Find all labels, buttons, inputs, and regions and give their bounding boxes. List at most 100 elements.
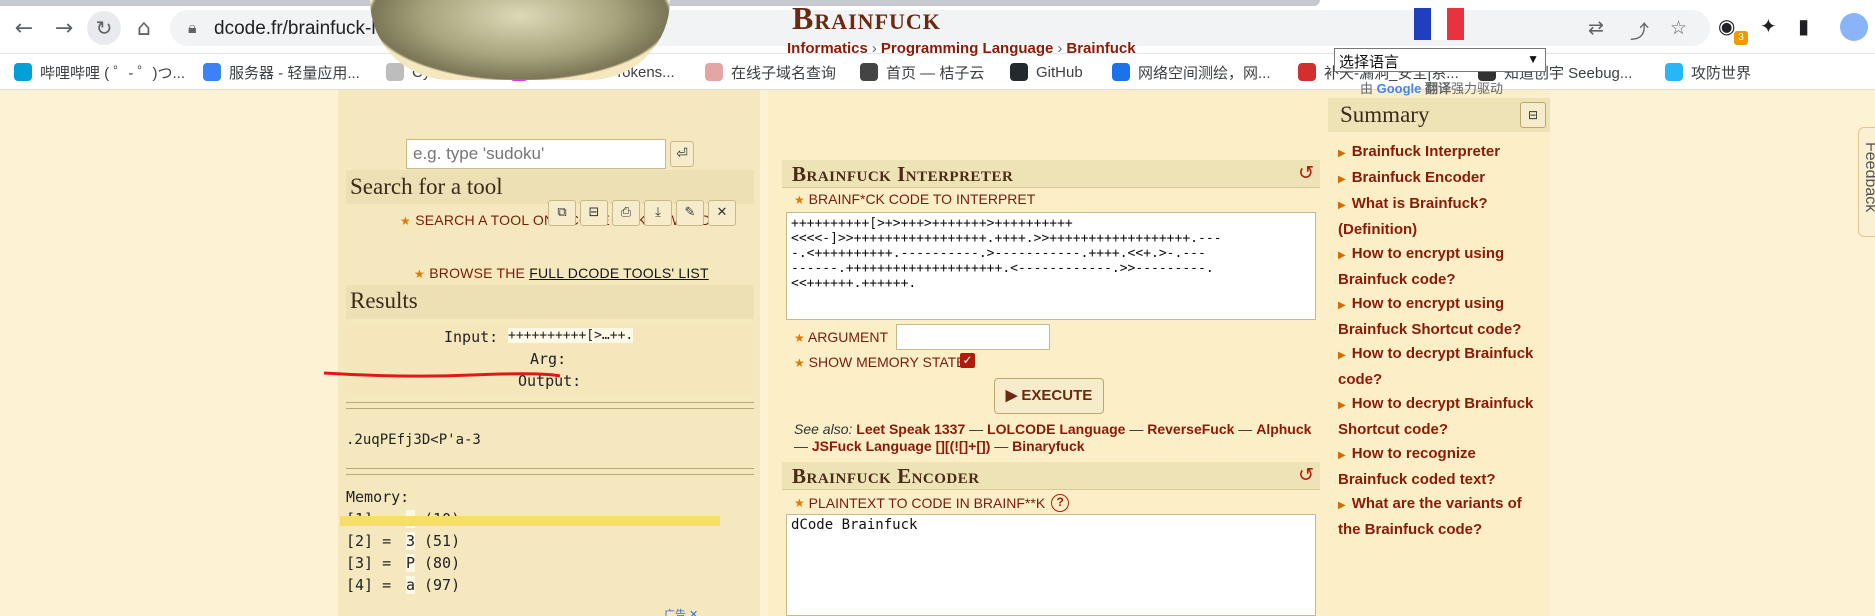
summary-item-label: How to recognize Brainfuck coded text? [1338,445,1496,488]
summary-item[interactable]: ▶ What are the variants of the Brainfuck … [1338,492,1548,542]
translate-icon[interactable]: ⇄ [1588,17,1604,39]
language-select[interactable]: 选择语言 ▼ [1334,48,1546,72]
flag-stripe [1447,8,1465,40]
breadcrumb-item[interactable]: Programming Language [881,40,1054,57]
download-icon[interactable]: ⤓ [644,200,672,226]
see-also-link[interactable]: JSFuck Language [][(![]+[]) [812,438,991,454]
feedback-tab[interactable]: Feedback [1858,127,1875,237]
brainfuck-code-textarea[interactable]: ++++++++++[>+>+++>+++++++>++++++++++ <<<… [786,212,1316,320]
save-icon[interactable]: ⊟ [580,200,608,226]
bookmark-favicon-icon [386,63,404,81]
extension-badge: 3 [1734,31,1748,45]
code-field-label: ★ BRAINF*CK CODE TO INTERPRET [794,191,1036,207]
ad-label[interactable]: 广告 ✕ [664,606,714,616]
bookmark-favicon-icon [1112,63,1130,81]
extension-icon[interactable]: ◉ [1718,14,1735,38]
bookmark-item[interactable]: 网络空间测绘，网... [1112,60,1271,84]
see-also-link[interactable]: ReverseFuck [1147,421,1234,437]
bookmark-item[interactable]: 攻防世界 [1665,60,1751,84]
bookmark-favicon-icon [14,63,32,81]
plaintext-textarea[interactable]: dCode Brainfuck [786,514,1316,616]
bookmark-favicon-icon [203,63,221,81]
bullet-icon: ▶ [1338,200,1346,211]
help-icon[interactable]: ? [1051,494,1070,512]
bookmark-star-icon[interactable]: ☆ [1670,17,1687,39]
show-memory-checkbox[interactable]: ✓ [960,353,975,368]
full-tools-list-link[interactable]: FULL DCODE TOOLS' LIST [529,265,709,281]
memory-index: [2] = [346,532,392,550]
bookmark-item[interactable]: 在线子域名查询 [705,60,836,84]
summary-item[interactable]: ▶ Brainfuck Encoder [1338,166,1548,192]
divider [346,468,754,469]
results-title: Results [350,288,418,313]
forward-icon[interactable]: → [50,14,78,42]
bullet-icon: ▶ [1338,250,1346,261]
summary-item[interactable]: ▶ How to decrypt Brainfuck code? [1338,342,1548,392]
see-also-link[interactable]: Binaryfuck [1012,438,1084,454]
bookmark-label: GitHub [1036,63,1083,81]
french-flag-icon[interactable] [1414,8,1465,40]
tool-search-input[interactable] [406,139,666,169]
copy-icon[interactable]: ⧉ [548,200,576,226]
reset-icon[interactable]: ↺ [1298,464,1314,486]
search-submit-button[interactable]: ⏎ [670,141,694,167]
execute-button[interactable]: ▶ EXECUTE [994,378,1104,414]
print-icon[interactable]: ⎙ [612,200,640,226]
summary-item-label: How to decrypt Brainfuck Shortcut code? [1338,395,1534,438]
chevron-down-icon: ▼ [1527,52,1539,66]
summary-item[interactable]: ▶ Brainfuck Interpreter [1338,140,1548,166]
sidepanel-icon[interactable]: ▮ [1798,14,1809,38]
breadcrumb-item[interactable]: Informatics [787,40,868,57]
see-also-link[interactable]: Alphuck [1256,421,1311,437]
close-icon[interactable]: ✕ [708,200,736,226]
bullet-icon: ▶ [1338,450,1346,461]
bookmark-item[interactable]: 服务器 - 轻量应用... [203,60,360,84]
bookmark-item[interactable]: GitHub [1010,60,1083,84]
bookmark-item[interactable]: 哔哩哔哩 ( ゜- ゜)つ... [14,60,185,84]
collapse-icon[interactable]: ⊟ [1520,102,1546,128]
bookmark-favicon-icon [860,63,878,81]
breadcrumb-item[interactable]: Brainfuck [1066,40,1135,57]
dcode-logo-image [370,0,670,80]
share-icon[interactable]: ⤴ [1630,17,1649,44]
summary-item[interactable]: ▶ How to encrypt using Brainfuck code? [1338,242,1548,292]
summary-item-label: Brainfuck Interpreter [1351,143,1501,160]
ad-banner[interactable] [340,516,720,526]
summary-item[interactable]: ▶ How to decrypt Brainfuck Shortcut code? [1338,392,1548,442]
argument-input[interactable] [896,324,1050,350]
flag-stripe [1430,8,1448,40]
bullet-icon: ▶ [1338,300,1346,311]
plaintext-label: ★ PLAINTEXT TO CODE IN BRAINF**K? [794,494,1070,512]
bookmark-item[interactable]: 首页 — 桔子云 [860,60,984,84]
back-icon[interactable]: ← [10,14,38,42]
argument-label: ★ ARGUMENT [794,329,889,345]
memory-index: [4] = [346,576,392,594]
star-icon: ★ [794,331,805,345]
puzzle-icon[interactable]: ✦ [1760,14,1777,38]
reset-icon[interactable]: ↺ [1298,162,1314,184]
google-translate-credit: 由 Google 翻译强力驱动 [1360,81,1504,96]
bookmark-label: 网络空间测绘，网... [1138,64,1271,82]
summary-item[interactable]: ▶ How to encrypt using Brainfuck Shortcut… [1338,292,1548,342]
pin-icon[interactable]: ✎ [676,200,704,226]
search-title: Search for a tool [350,174,503,199]
reload-icon[interactable]: ↻ [87,11,121,45]
output-value[interactable]: .2uqPEfj3D<P'a-3 [346,432,481,448]
summary-item-label: What is Brainfuck? (Definition) [1338,195,1488,238]
bookmark-label: 服务器 - 轻量应用... [229,64,360,82]
star-icon: ★ [794,496,805,510]
star-icon: ★ [794,193,805,207]
see-also-link[interactable]: Leet Speak 1337 [856,421,965,437]
memory-code: (80) [424,554,461,572]
home-icon[interactable]: ⌂ [130,14,158,42]
summary-list: ▶ Brainfuck Interpreter ▶ Brainfuck Encoder… [1338,140,1548,542]
summary-item[interactable]: ▶ How to recognize Brainfuck coded text? [1338,442,1548,492]
bookmark-favicon-icon [1298,63,1316,81]
bullet-icon: ▶ [1338,350,1346,361]
avatar[interactable] [1840,13,1868,41]
memory-label: Memory: [346,488,410,506]
see-also-link[interactable]: LOLCODE Language [987,421,1125,437]
memory-char: 3 [406,532,416,550]
bullet-icon: ▶ [1338,174,1346,185]
summary-item[interactable]: ▶ What is Brainfuck? (Definition) [1338,192,1548,242]
